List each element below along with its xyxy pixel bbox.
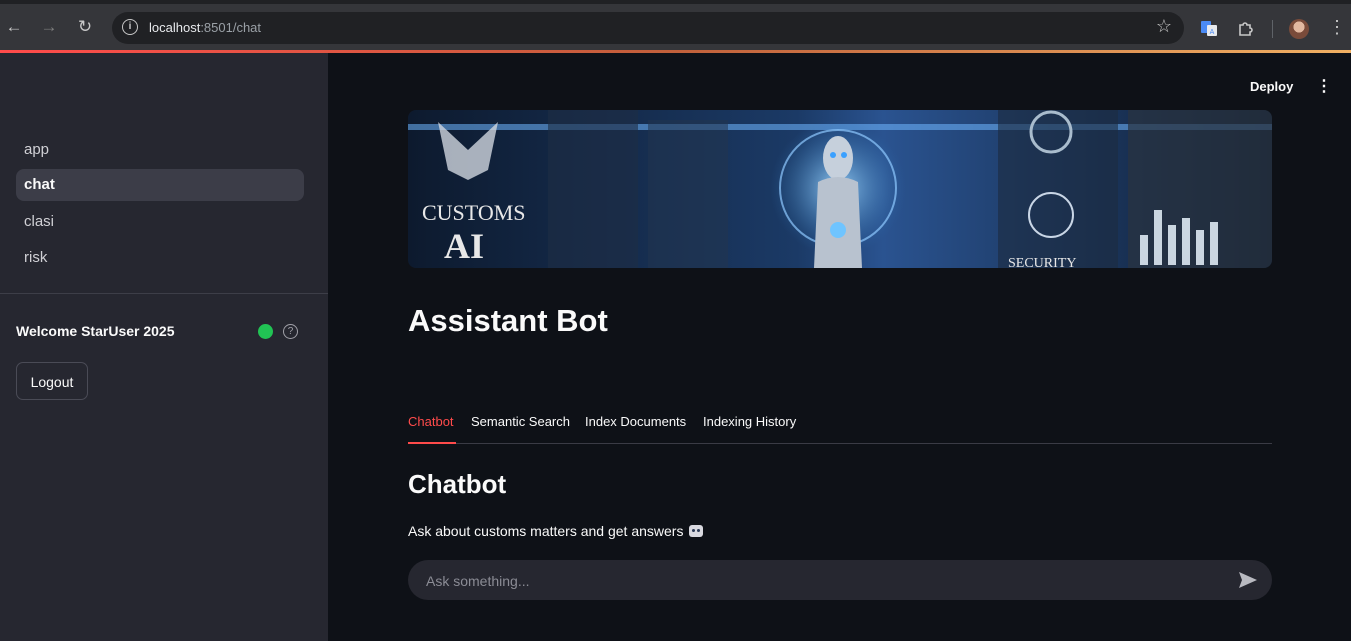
sidebar-item-chat[interactable]: chat [16, 169, 304, 201]
sidebar-item-clasi[interactable]: clasi [16, 206, 304, 238]
section-title: Chatbot [408, 469, 507, 499]
caption-text: Ask about customs matters and get answer… [408, 523, 684, 539]
chat-input[interactable] [424, 560, 1208, 602]
browser-menu-icon[interactable]: ⋮ [1328, 17, 1346, 38]
robot-emoji-icon [689, 525, 704, 537]
sidebar-item-app[interactable]: app [16, 134, 304, 166]
help-icon[interactable]: ? [283, 324, 298, 339]
sidebar-item-label: chat [24, 176, 55, 193]
svg-text:A: A [1210, 29, 1215, 36]
profile-avatar[interactable] [1289, 19, 1309, 39]
tab-semantic-search[interactable]: Semantic Search [471, 414, 570, 443]
sidebar-divider [0, 293, 328, 294]
deploy-button[interactable]: Deploy [1250, 79, 1293, 94]
browser-toolbar: ← → ↻ i localhost:8501/chat ☆ A ⋮ [0, 0, 1351, 52]
tab-indexing-history[interactable]: Indexing History [703, 414, 796, 443]
url-host: localhost [149, 20, 201, 35]
kebab-menu-icon[interactable]: ⋮ [1316, 76, 1332, 96]
tab-index-documents[interactable]: Index Documents [585, 414, 686, 443]
site-info-icon[interactable]: i [122, 19, 138, 35]
tab-chatbot[interactable]: Chatbot [408, 414, 454, 443]
banner-text-customs: CUSTOMS [422, 200, 526, 225]
banner-text-ai: AI [444, 226, 484, 266]
sidebar-item-label: risk [24, 249, 48, 266]
logout-button[interactable]: Logout [16, 362, 88, 400]
url-path: :8501/chat [200, 20, 262, 35]
toolbar-divider [1272, 20, 1273, 38]
active-tab-indicator [408, 442, 456, 444]
translate-extension-icon[interactable]: A [1200, 19, 1218, 37]
sidebar-item-label: app [24, 141, 50, 158]
sidebar: app chat clasi risk Welcome StarUser 202… [0, 53, 328, 641]
caption: Ask about customs matters and get answer… [408, 523, 704, 539]
bookmark-star-icon[interactable]: ☆ [1156, 16, 1172, 37]
status-indicator [258, 324, 273, 339]
customs-ai-banner-image: CUSTOMS AI SECURITY [408, 110, 1272, 268]
sidebar-item-label: clasi [24, 213, 55, 230]
back-arrow-icon[interactable]: ← [1, 14, 27, 40]
address-bar[interactable]: i localhost:8501/chat ☆ [112, 12, 1184, 44]
forward-arrow-icon[interactable]: → [36, 14, 62, 40]
welcome-text: Welcome StarUser 2025 [16, 323, 175, 339]
sidebar-item-risk[interactable]: risk [16, 242, 304, 274]
tab-bar: Chatbot Semantic Search Index Documents … [408, 414, 1272, 444]
tab-divider [408, 443, 1272, 444]
url-text[interactable]: localhost:8501/chat [149, 20, 261, 35]
banner-text-security: SECURITY [1008, 256, 1076, 268]
chat-input-box [408, 560, 1272, 602]
reload-icon[interactable]: ↻ [72, 14, 98, 40]
main-content: Deploy ⋮ CUSTOMS AI SECURITY Assistant B… [328, 53, 1351, 641]
send-icon[interactable] [1238, 571, 1258, 589]
page-title: Assistant Bot [408, 303, 608, 338]
extensions-puzzle-icon[interactable] [1237, 19, 1255, 37]
